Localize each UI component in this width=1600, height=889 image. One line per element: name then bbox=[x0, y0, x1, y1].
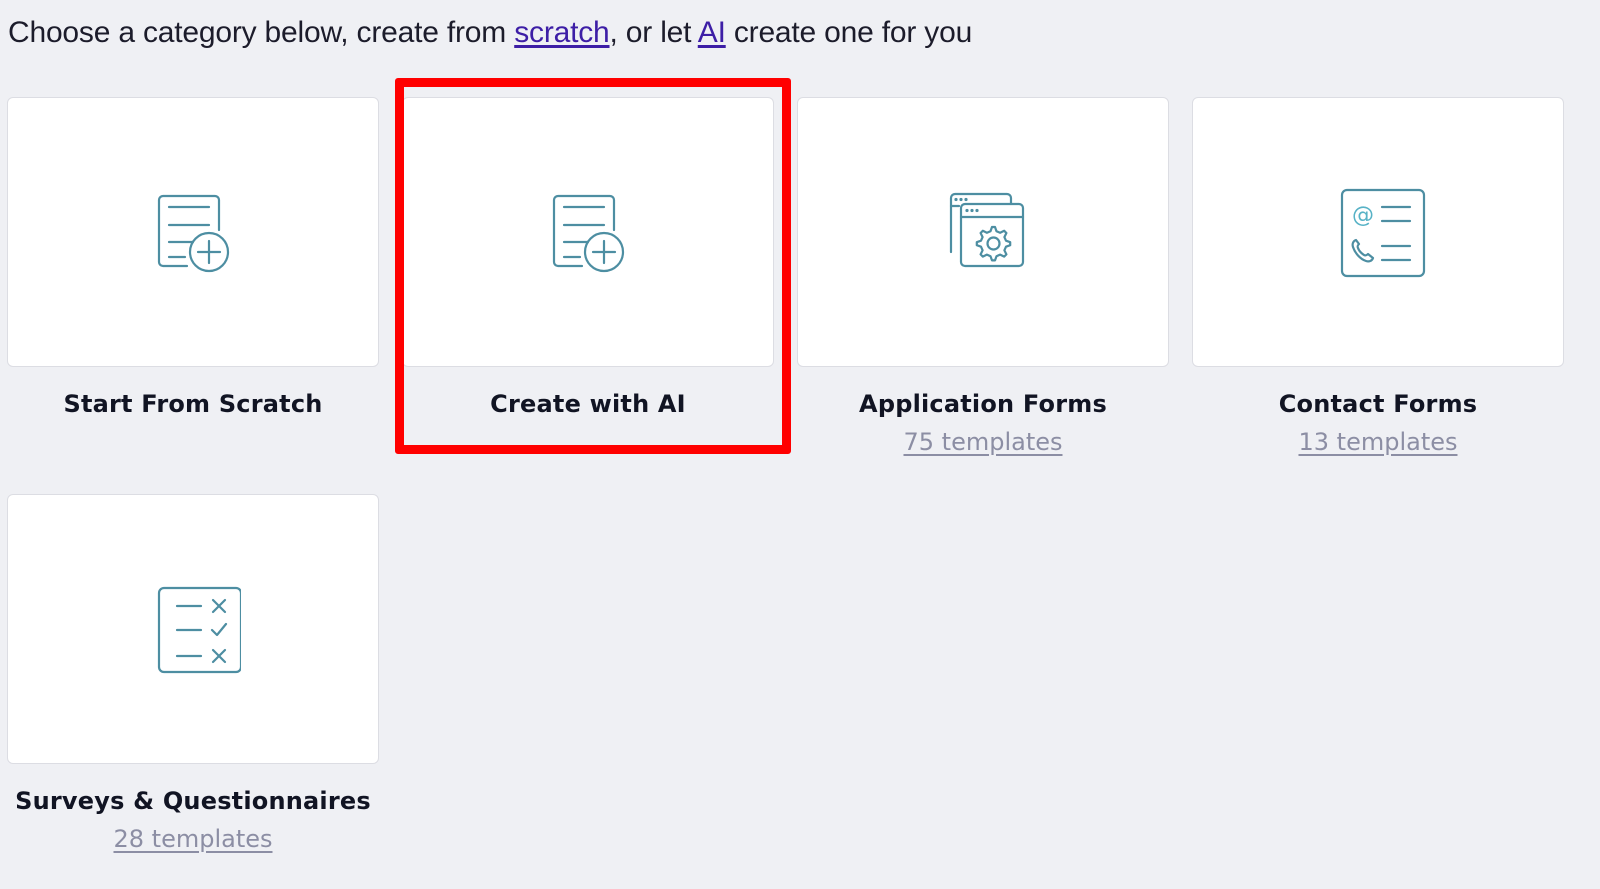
checklist-icon bbox=[157, 586, 241, 674]
card-title: Contact Forms bbox=[1278, 390, 1478, 418]
card-title: Surveys & Questionnaires bbox=[15, 787, 371, 815]
card-title: Start From Scratch bbox=[63, 390, 323, 418]
category-contact-forms[interactable]: @ Contact Forms 13 templates bbox=[1192, 97, 1564, 456]
ai-link[interactable]: AI bbox=[698, 16, 726, 49]
contact-card-icon: @ bbox=[1340, 188, 1426, 278]
card-tile[interactable] bbox=[797, 97, 1169, 367]
card-tile[interactable] bbox=[402, 97, 774, 367]
form-add-icon bbox=[552, 194, 625, 273]
category-surveys-questionnaires[interactable]: Surveys & Questionnaires 28 templates bbox=[7, 494, 379, 853]
card-tile[interactable] bbox=[7, 494, 379, 764]
templates-count-link[interactable]: 13 templates bbox=[1192, 428, 1564, 456]
card-title: Application Forms bbox=[859, 390, 1107, 418]
scratch-link[interactable]: scratch bbox=[514, 16, 609, 49]
card-tile[interactable] bbox=[7, 97, 379, 367]
card-title: Create with AI bbox=[490, 390, 686, 418]
intro-text: Choose a category below, create from scr… bbox=[8, 16, 972, 50]
intro-prefix: Choose a category below, create from bbox=[8, 16, 515, 49]
svg-text:@: @ bbox=[1352, 203, 1374, 228]
templates-count-link[interactable]: 75 templates bbox=[797, 428, 1169, 456]
card-tile[interactable]: @ bbox=[1192, 97, 1564, 367]
category-create-with-ai[interactable]: Create with AI bbox=[402, 97, 774, 418]
template-chooser-page: Choose a category below, create from scr… bbox=[0, 0, 1600, 889]
intro-middle: , or let bbox=[609, 16, 698, 49]
form-add-icon bbox=[157, 194, 230, 273]
category-application-forms[interactable]: Application Forms 75 templates bbox=[797, 97, 1169, 456]
templates-count-link[interactable]: 28 templates bbox=[7, 825, 379, 853]
windows-gear-icon bbox=[949, 192, 1025, 268]
category-start-from-scratch[interactable]: Start From Scratch bbox=[7, 97, 379, 418]
intro-suffix: create one for you bbox=[725, 16, 973, 49]
